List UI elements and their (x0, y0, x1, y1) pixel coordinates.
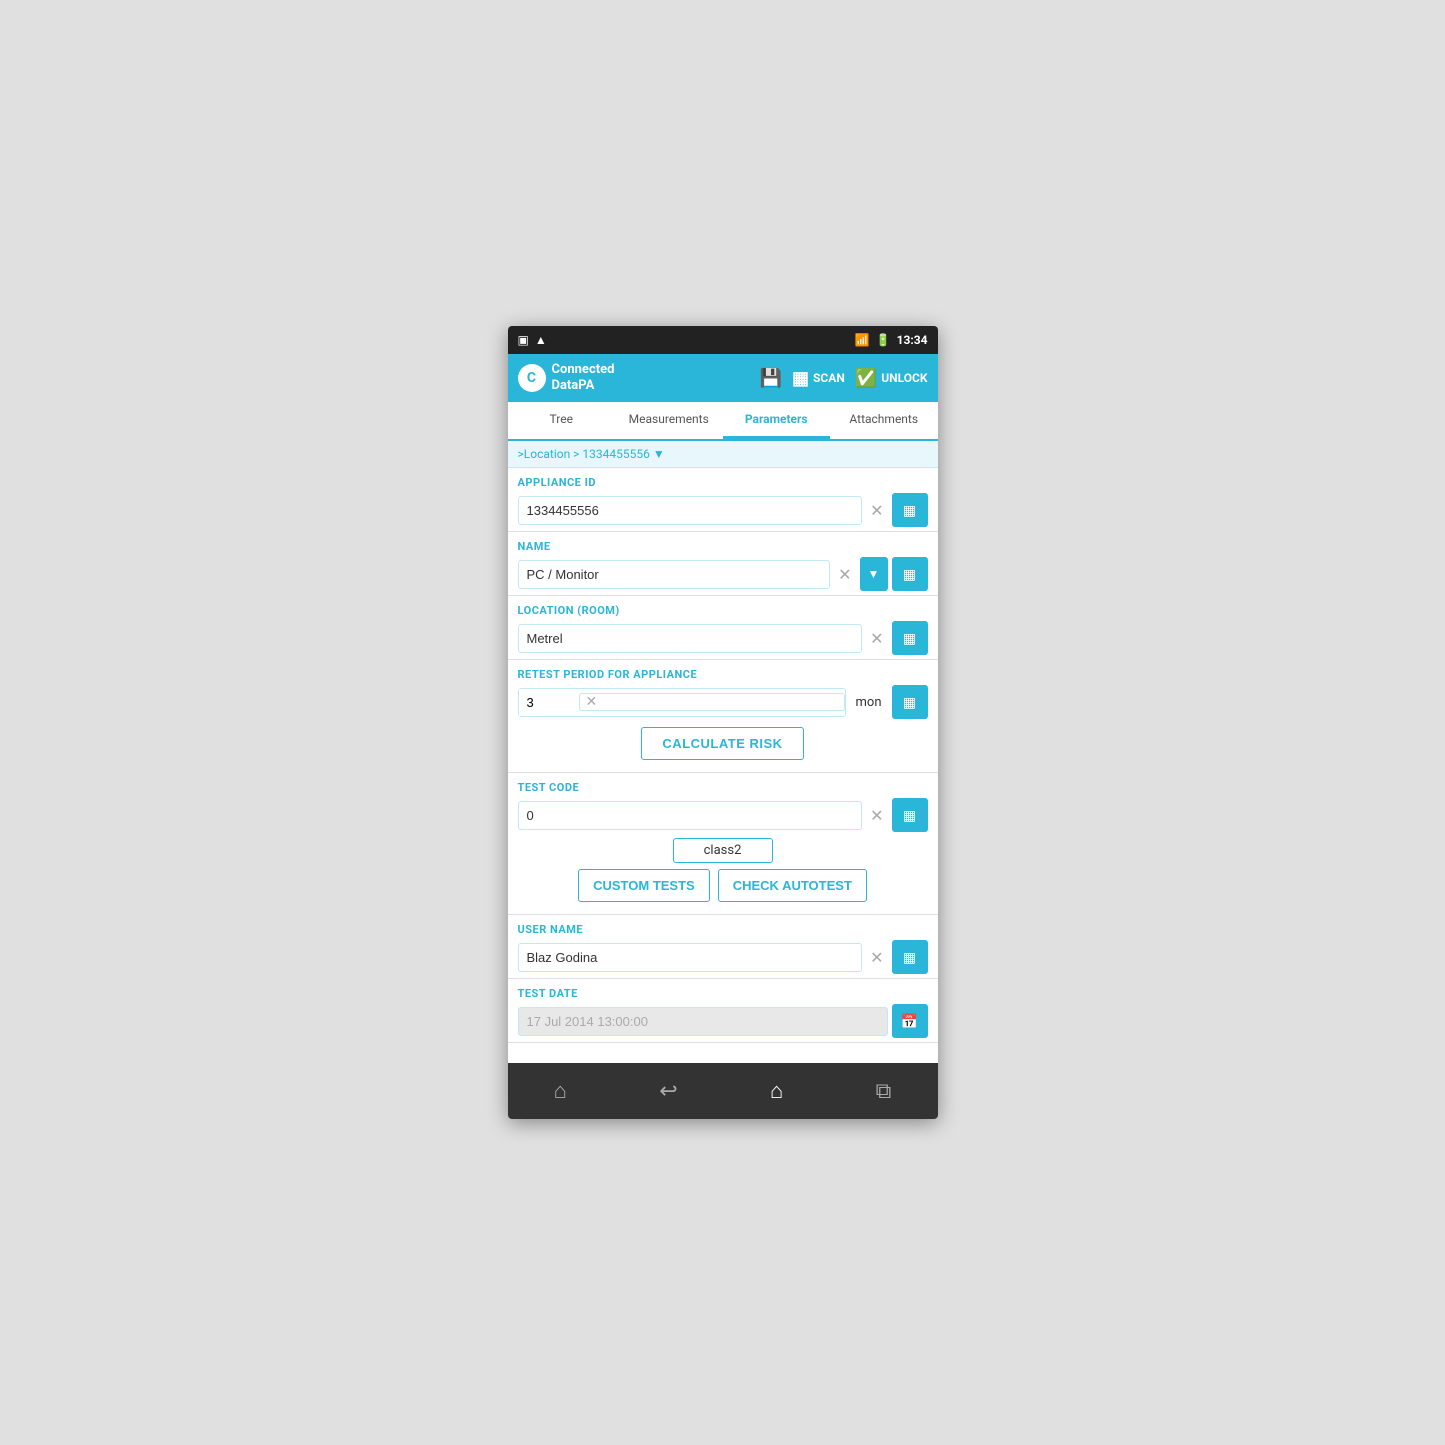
custom-tests-button[interactable]: CUSTOM TESTS (578, 869, 710, 902)
test-date-input[interactable] (518, 1007, 888, 1036)
username-input[interactable] (518, 943, 863, 972)
retest-clear[interactable]: ✕ (579, 693, 845, 711)
unlock-icon: ✅ (855, 368, 877, 389)
status-bar-left: ▣ ▲ (518, 333, 547, 347)
retest-input-wrap: ✕ (518, 688, 846, 717)
scan-button[interactable]: ▦ SCAN (792, 368, 845, 389)
name-clear[interactable]: ✕ (834, 565, 855, 584)
nav-apps[interactable]: ⧉ (862, 1075, 906, 1108)
status-bar: ▣ ▲ 📶 🔋 13:34 (508, 326, 938, 354)
username-barcode[interactable]: ▦ (892, 940, 928, 974)
name-dropdown[interactable]: ▼ (860, 557, 888, 591)
nav-home[interactable]: ⌂ (540, 1074, 581, 1108)
name-label: NAME (518, 540, 928, 553)
test-code-input[interactable] (518, 801, 863, 830)
tab-tree[interactable]: Tree (508, 402, 616, 439)
status-bar-right: 📶 🔋 13:34 (855, 333, 928, 347)
barcode-icon-3: ▦ (903, 630, 916, 647)
class-badge-row: class2 (518, 838, 928, 863)
app-logo: C Connected DataPA (518, 362, 615, 393)
battery-icon: 🔋 (876, 333, 891, 347)
name-row: ✕ ▼ ▦ (518, 557, 928, 591)
appliance-id-input[interactable] (518, 496, 863, 525)
appliance-id-row: ✕ ▦ (518, 493, 928, 527)
apps-icon: ⧉ (876, 1079, 892, 1104)
test-buttons-row: CUSTOM TESTS CHECK AUTOTEST (518, 869, 928, 902)
nav-menu[interactable]: ⌂ (756, 1074, 797, 1108)
logo-icon: C (518, 364, 546, 392)
retest-row: ✕ mon ▦ (518, 685, 928, 719)
screen-wrapper: ▣ ▲ 📶 🔋 13:34 C Connected DataPA 💾 ▦ SCA… (508, 326, 938, 1119)
retest-field: RETEST PERIOD FOR APPLIANCE ✕ mon ▦ CALC… (508, 660, 938, 773)
username-label: USER NAME (518, 923, 928, 936)
location-field: LOCATION (ROOM) ✕ ▦ (508, 596, 938, 660)
nav-back[interactable]: ↩ (645, 1075, 691, 1108)
barcode-icon-4: ▦ (903, 694, 916, 711)
wifi-icon: 📶 (855, 333, 870, 347)
retest-barcode[interactable]: ▦ (892, 685, 928, 719)
save-icon: 💾 (760, 368, 782, 389)
status-icon-1: ▣ (518, 333, 529, 347)
tabs-bar: Tree Measurements Parameters Attachments (508, 402, 938, 441)
tab-measurements[interactable]: Measurements (615, 402, 723, 439)
test-code-section: TEST CODE ✕ ▦ class2 CUSTOM TESTS CHECK … (508, 773, 938, 915)
unlock-button[interactable]: ✅ UNLOCK (855, 368, 928, 389)
test-code-label: TEST CODE (518, 781, 928, 794)
menu-icon: ⌂ (770, 1079, 783, 1104)
test-code-row: ✕ ▦ (518, 798, 928, 832)
retest-unit: mon (850, 695, 888, 710)
username-row: ✕ ▦ (518, 940, 928, 974)
name-input[interactable] (518, 560, 831, 589)
username-field: USER NAME ✕ ▦ (508, 915, 938, 979)
location-input[interactable] (518, 624, 863, 653)
header-actions: 💾 ▦ SCAN ✅ UNLOCK (760, 368, 928, 389)
appliance-id-barcode[interactable]: ▦ (892, 493, 928, 527)
calculate-risk-row: CALCULATE RISK (518, 719, 928, 768)
logo-text: Connected DataPA (552, 362, 615, 393)
tab-parameters[interactable]: Parameters (723, 402, 831, 439)
status-icon-2: ▲ (535, 333, 547, 347)
location-label: LOCATION (ROOM) (518, 604, 928, 617)
spacer (508, 1043, 938, 1063)
test-date-picker[interactable]: 📅 (892, 1004, 928, 1038)
location-row: ✕ ▦ (518, 621, 928, 655)
home-icon: ⌂ (554, 1079, 567, 1104)
retest-input[interactable] (519, 689, 579, 716)
app-header: C Connected DataPA 💾 ▦ SCAN ✅ UNLOCK (508, 354, 938, 402)
bottom-nav: ⌂ ↩ ⌂ ⧉ (508, 1063, 938, 1119)
tab-attachments[interactable]: Attachments (830, 402, 938, 439)
back-icon: ↩ (659, 1079, 677, 1104)
time-display: 13:34 (897, 333, 928, 347)
appliance-id-label: APPLIANCE ID (518, 476, 928, 489)
breadcrumb[interactable]: >Location > 1334455556 ▼ (508, 441, 938, 468)
location-barcode[interactable]: ▦ (892, 621, 928, 655)
location-clear[interactable]: ✕ (866, 629, 887, 648)
test-date-field: TEST DATE 📅 (508, 979, 938, 1043)
barcode-icon-5: ▦ (903, 807, 916, 824)
barcode-icon-1: ▦ (903, 502, 916, 519)
username-clear[interactable]: ✕ (866, 948, 887, 967)
test-date-row: 📅 (518, 1004, 928, 1038)
name-field: NAME ✕ ▼ ▦ (508, 532, 938, 596)
barcode-icon-6: ▦ (903, 949, 916, 966)
save-button[interactable]: 💾 (760, 368, 782, 389)
retest-label: RETEST PERIOD FOR APPLIANCE (518, 668, 928, 681)
form-content: APPLIANCE ID ✕ ▦ NAME ✕ ▼ ▦ LO (508, 468, 938, 1063)
class-badge: class2 (673, 838, 773, 863)
test-date-label: TEST DATE (518, 987, 928, 1000)
appliance-id-field: APPLIANCE ID ✕ ▦ (508, 468, 938, 532)
calendar-icon: 📅 (901, 1013, 918, 1030)
scan-icon: ▦ (792, 368, 809, 389)
test-code-clear[interactable]: ✕ (866, 806, 887, 825)
name-barcode[interactable]: ▦ (892, 557, 928, 591)
check-autotest-button[interactable]: CHECK AUTOTEST (718, 869, 867, 902)
appliance-id-clear[interactable]: ✕ (866, 501, 887, 520)
test-code-barcode[interactable]: ▦ (892, 798, 928, 832)
barcode-icon-2: ▦ (903, 566, 916, 583)
calculate-risk-button[interactable]: CALCULATE RISK (641, 727, 803, 760)
